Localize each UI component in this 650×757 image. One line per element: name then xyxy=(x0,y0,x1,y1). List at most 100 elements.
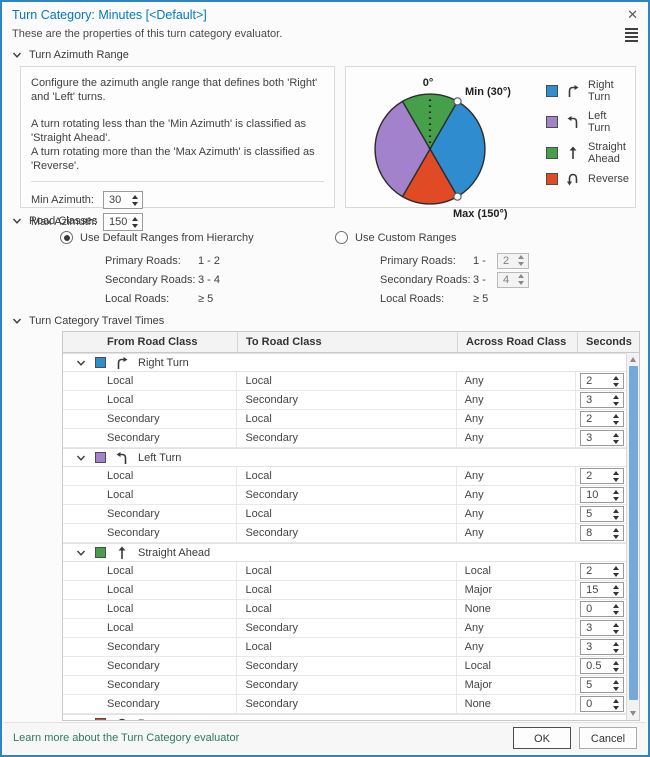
scroll-up-icon[interactable] xyxy=(630,357,636,362)
seconds-value[interactable]: 2 xyxy=(581,564,611,578)
table-row[interactable]: Secondary Secondary Any 8 xyxy=(63,524,626,543)
from-road-class-cell[interactable]: Secondary xyxy=(63,410,237,428)
seconds-cell[interactable]: 8 xyxy=(576,524,626,542)
stepper-arrows-icon[interactable] xyxy=(611,488,623,502)
stepper-arrows-icon[interactable] xyxy=(516,254,528,268)
seconds-value[interactable]: 2 xyxy=(581,412,611,426)
group-row-reverse[interactable]: Reverse xyxy=(63,714,626,720)
across-road-class-cell[interactable]: Any xyxy=(457,638,577,656)
stepper-arrows-icon[interactable] xyxy=(611,621,623,635)
group-row-right-turn[interactable]: Right Turn xyxy=(63,353,626,372)
seconds-value[interactable]: 8 xyxy=(581,526,611,540)
table-row[interactable]: Local Local Local 2 xyxy=(63,562,626,581)
from-road-class-cell[interactable]: Secondary xyxy=(63,524,237,542)
from-road-class-cell[interactable]: Local xyxy=(63,391,237,409)
table-row[interactable]: Local Secondary Any 10 xyxy=(63,486,626,505)
to-road-class-cell[interactable]: Local xyxy=(237,505,456,523)
column-header[interactable]: To Road Class xyxy=(238,332,458,352)
seconds-stepper[interactable]: 15 xyxy=(580,582,624,598)
seconds-stepper[interactable]: 5 xyxy=(580,677,624,693)
radio-unselected-icon[interactable] xyxy=(335,231,348,244)
seconds-value[interactable]: 5 xyxy=(581,678,611,692)
seconds-cell[interactable]: 0.5 xyxy=(576,657,626,675)
from-road-class-cell[interactable]: Local xyxy=(63,619,237,637)
seconds-cell[interactable]: 2 xyxy=(576,372,626,390)
seconds-value[interactable]: 15 xyxy=(581,583,611,597)
seconds-value[interactable]: 3 xyxy=(581,621,611,635)
stepper-arrows-icon[interactable] xyxy=(611,469,623,483)
to-road-class-cell[interactable]: Secondary xyxy=(237,657,456,675)
azimuth-handle[interactable] xyxy=(454,98,461,105)
from-road-class-cell[interactable]: Secondary xyxy=(63,657,237,675)
from-road-class-cell[interactable]: Secondary xyxy=(63,638,237,656)
to-road-class-cell[interactable]: Local xyxy=(237,581,456,599)
section-travel-times[interactable]: Turn Category Travel Times xyxy=(2,315,648,327)
across-road-class-cell[interactable]: None xyxy=(457,695,577,713)
stepper-arrows-icon[interactable] xyxy=(516,273,528,287)
seconds-value[interactable]: 3 xyxy=(581,640,611,654)
across-road-class-cell[interactable]: Any xyxy=(457,467,577,485)
from-road-class-cell[interactable]: Secondary xyxy=(63,429,237,447)
primary-range-stepper[interactable]: 2 xyxy=(497,253,529,269)
seconds-stepper[interactable]: 0.5 xyxy=(580,658,624,674)
table-row[interactable]: Secondary Local Any 3 xyxy=(63,638,626,657)
across-road-class-cell[interactable]: Any xyxy=(457,429,577,447)
azimuth-handle[interactable] xyxy=(454,193,461,200)
seconds-value[interactable]: 0.5 xyxy=(581,659,611,673)
across-road-class-cell[interactable]: None xyxy=(457,600,577,618)
stepper-arrows-icon[interactable] xyxy=(611,564,623,578)
to-road-class-cell[interactable]: Secondary xyxy=(237,429,456,447)
from-road-class-cell[interactable]: Local xyxy=(63,486,237,504)
to-road-class-cell[interactable]: Local xyxy=(237,600,456,618)
stepper-arrows-icon[interactable] xyxy=(611,602,623,616)
group-row-straight-ahead[interactable]: Straight Ahead xyxy=(63,543,626,562)
seconds-cell[interactable]: 3 xyxy=(576,391,626,409)
from-road-class-cell[interactable]: Secondary xyxy=(63,695,237,713)
across-road-class-cell[interactable]: Any xyxy=(457,391,577,409)
stepper-arrows-icon[interactable] xyxy=(130,192,142,208)
table-row[interactable]: Secondary Secondary Major 5 xyxy=(63,676,626,695)
table-row[interactable]: Secondary Secondary Any 3 xyxy=(63,429,626,448)
learn-more-link[interactable]: Learn more about the Turn Category evalu… xyxy=(13,732,239,744)
seconds-stepper[interactable]: 3 xyxy=(580,430,624,446)
to-road-class-cell[interactable]: Secondary xyxy=(237,391,456,409)
across-road-class-cell[interactable]: Any xyxy=(457,372,577,390)
from-road-class-cell[interactable]: Secondary xyxy=(63,505,237,523)
to-road-class-cell[interactable]: Secondary xyxy=(237,486,456,504)
across-road-class-cell[interactable]: Major xyxy=(457,676,577,694)
use-default-ranges-option[interactable]: Use Default Ranges from Hierarchy xyxy=(60,231,335,244)
stepper-arrows-icon[interactable] xyxy=(611,659,623,673)
to-road-class-cell[interactable]: Local xyxy=(237,638,456,656)
stepper-value[interactable]: 4 xyxy=(498,273,516,287)
seconds-cell[interactable]: 10 xyxy=(576,486,626,504)
vertical-scrollbar[interactable] xyxy=(626,353,639,720)
table-row[interactable]: Secondary Local Any 2 xyxy=(63,410,626,429)
seconds-value[interactable]: 2 xyxy=(581,469,611,483)
cancel-button[interactable]: Cancel xyxy=(579,727,637,749)
across-road-class-cell[interactable]: Any xyxy=(457,505,577,523)
to-road-class-cell[interactable]: Local xyxy=(237,467,456,485)
to-road-class-cell[interactable]: Secondary xyxy=(237,619,456,637)
radio-selected-icon[interactable] xyxy=(60,231,73,244)
table-row[interactable]: Secondary Secondary Local 0.5 xyxy=(63,657,626,676)
column-header[interactable]: Seconds xyxy=(578,332,628,352)
close-icon[interactable]: ✕ xyxy=(627,8,638,21)
stepper-arrows-icon[interactable] xyxy=(611,393,623,407)
across-road-class-cell[interactable]: Any xyxy=(457,619,577,637)
across-road-class-cell[interactable]: Local xyxy=(457,657,577,675)
seconds-value[interactable]: 0 xyxy=(581,602,611,616)
seconds-stepper[interactable]: 3 xyxy=(580,639,624,655)
scroll-down-icon[interactable] xyxy=(630,711,636,716)
min-azimuth-value[interactable]: 30 xyxy=(104,192,130,208)
stepper-value[interactable]: 2 xyxy=(498,254,516,268)
seconds-cell[interactable]: 2 xyxy=(576,467,626,485)
seconds-stepper[interactable]: 5 xyxy=(580,506,624,522)
across-road-class-cell[interactable]: Any xyxy=(457,410,577,428)
from-road-class-cell[interactable]: Secondary xyxy=(63,676,237,694)
seconds-value[interactable]: 3 xyxy=(581,431,611,445)
to-road-class-cell[interactable]: Secondary xyxy=(237,676,456,694)
table-row[interactable]: Local Local Major 15 xyxy=(63,581,626,600)
stepper-arrows-icon[interactable] xyxy=(611,678,623,692)
stepper-arrows-icon[interactable] xyxy=(611,583,623,597)
seconds-cell[interactable]: 3 xyxy=(576,429,626,447)
